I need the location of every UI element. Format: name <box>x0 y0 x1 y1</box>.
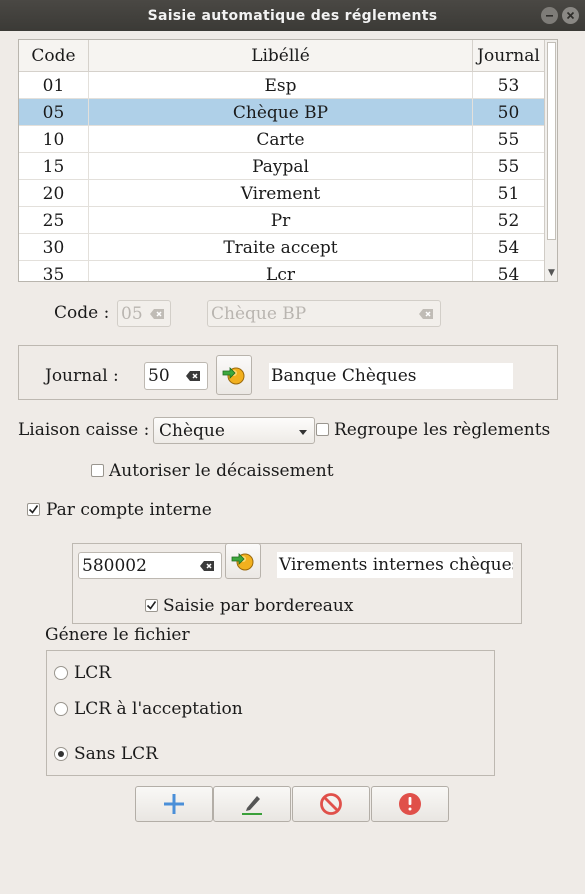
cell-libelle: Paypal <box>89 153 473 180</box>
radio-lcr-acceptation-label: LCR à l'acceptation <box>74 699 243 719</box>
table-row[interactable]: 15 Paypal 55 <box>19 153 544 180</box>
quit-button[interactable] <box>371 786 449 822</box>
radio-lcr[interactable] <box>54 666 68 680</box>
journal-go-button[interactable] <box>216 355 252 395</box>
table-scrollbar[interactable]: ▼ <box>544 40 557 281</box>
radio-lcr-acceptation[interactable] <box>54 702 68 716</box>
add-button[interactable] <box>135 786 213 822</box>
cell-journal: 55 <box>497 156 520 177</box>
table-row[interactable]: 10 Carte 55 <box>19 126 544 153</box>
table-row[interactable]: 30 Traite accept 54 <box>19 234 544 261</box>
regroupe-label: Regroupe les règlements <box>334 420 551 440</box>
minimize-icon <box>546 15 553 17</box>
libelle-field[interactable]: Chèque BP <box>207 300 441 327</box>
saisie-checkbox[interactable] <box>145 599 158 612</box>
cell-libelle: Lcr <box>89 261 473 281</box>
window-title: Saisie automatique des réglements <box>147 7 438 24</box>
checkmark-icon <box>146 601 157 610</box>
liaison-label: Liaison caisse : <box>18 420 150 440</box>
clear-icon[interactable] <box>185 370 201 382</box>
column-header-code[interactable]: Code <box>19 40 89 71</box>
cell-journal: 52 <box>497 210 520 231</box>
chevron-down-icon <box>299 430 307 435</box>
code-label: Code : <box>54 303 110 323</box>
cell-libelle: Carte <box>89 126 473 153</box>
autoriser-label: Autoriser le décaissement <box>109 461 334 481</box>
table-row[interactable]: 20 Virement 51 <box>19 180 544 207</box>
regroupe-checkbox[interactable] <box>316 423 329 436</box>
edit-button[interactable] <box>213 786 291 822</box>
code-field[interactable]: 05 <box>117 300 171 327</box>
checkmark-icon <box>28 505 39 514</box>
par-compte-checkbox[interactable] <box>27 503 40 516</box>
compte-name: Virements internes chèques <box>277 552 513 578</box>
table-row[interactable]: 25 Pr 52 <box>19 207 544 234</box>
clear-icon[interactable] <box>199 560 215 572</box>
compte-field-value: 580002 <box>82 555 147 576</box>
cell-code: 15 <box>19 153 89 180</box>
cell-libelle: Traite accept <box>89 234 473 261</box>
pencil-icon <box>242 796 262 815</box>
scrollbar-thumb[interactable] <box>547 42 556 240</box>
table-row[interactable]: 35 Lcr 54 <box>19 261 544 282</box>
liaison-select-value: Chèque <box>159 420 225 441</box>
par-compte-label: Par compte interne <box>46 500 212 520</box>
cell-code: 01 <box>19 72 89 99</box>
cell-libelle: Chèque BP <box>89 99 473 126</box>
compte-go-button[interactable] <box>225 543 261 579</box>
cell-libelle: Virement <box>89 180 473 207</box>
genere-label: Génere le fichier <box>45 625 190 645</box>
plus-icon <box>164 794 184 814</box>
table-row-selected[interactable]: 05 Chèque BP 50 <box>19 99 544 126</box>
code-field-value: 05 <box>121 303 143 324</box>
radio-sans-lcr[interactable] <box>54 747 68 761</box>
cancel-button[interactable] <box>292 786 370 822</box>
minimize-button[interactable] <box>541 7 558 24</box>
cell-code: 35 <box>19 261 89 281</box>
compte-field[interactable]: 580002 <box>78 552 222 579</box>
clear-icon[interactable] <box>418 308 434 320</box>
saisie-label: Saisie par bordereaux <box>163 596 354 616</box>
cell-libelle: Esp <box>89 72 473 99</box>
autoriser-checkbox[interactable] <box>91 464 104 477</box>
window-titlebar: Saisie automatique des réglements <box>0 0 585 31</box>
cell-journal: 54 <box>497 264 520 282</box>
table-header: Code Libéllé Journal <box>19 40 544 72</box>
radio-sans-lcr-label: Sans LCR <box>74 744 158 764</box>
cell-code: 05 <box>19 99 89 126</box>
radio-selected-dot <box>58 751 64 757</box>
clear-icon[interactable] <box>149 308 165 320</box>
cell-code: 30 <box>19 234 89 261</box>
cell-code: 25 <box>19 207 89 234</box>
journal-name: Banque Chèques <box>269 363 513 389</box>
cell-journal: 50 <box>497 102 520 123</box>
arrow-go-icon <box>231 553 254 571</box>
cell-code: 20 <box>19 180 89 207</box>
column-header-libelle[interactable]: Libéllé <box>89 40 473 71</box>
journal-field-value: 50 <box>148 366 170 386</box>
reglements-table: Code Libéllé Journal 01 Esp 53 05 Chèque… <box>18 39 558 282</box>
prohibited-icon <box>320 793 342 815</box>
cell-journal: 53 <box>497 75 520 96</box>
arrow-go-icon <box>222 367 245 385</box>
exit-icon <box>399 793 421 815</box>
libelle-field-value: Chèque BP <box>211 303 307 324</box>
cell-journal: 54 <box>497 237 520 258</box>
scroll-down-arrow-icon[interactable]: ▼ <box>545 267 557 279</box>
column-header-journal[interactable]: Journal <box>473 40 544 71</box>
liaison-select[interactable]: Chèque <box>153 417 315 444</box>
close-button[interactable] <box>562 7 579 24</box>
cell-journal: 55 <box>497 129 520 150</box>
cell-journal: 51 <box>497 183 520 204</box>
cell-libelle: Pr <box>89 207 473 234</box>
journal-field[interactable]: 50 <box>144 362 208 390</box>
table-row[interactable]: 01 Esp 53 <box>19 72 544 99</box>
close-icon <box>566 11 575 20</box>
radio-lcr-label: LCR <box>74 663 112 683</box>
cell-code: 10 <box>19 126 89 153</box>
journal-label: Journal : <box>45 366 119 386</box>
